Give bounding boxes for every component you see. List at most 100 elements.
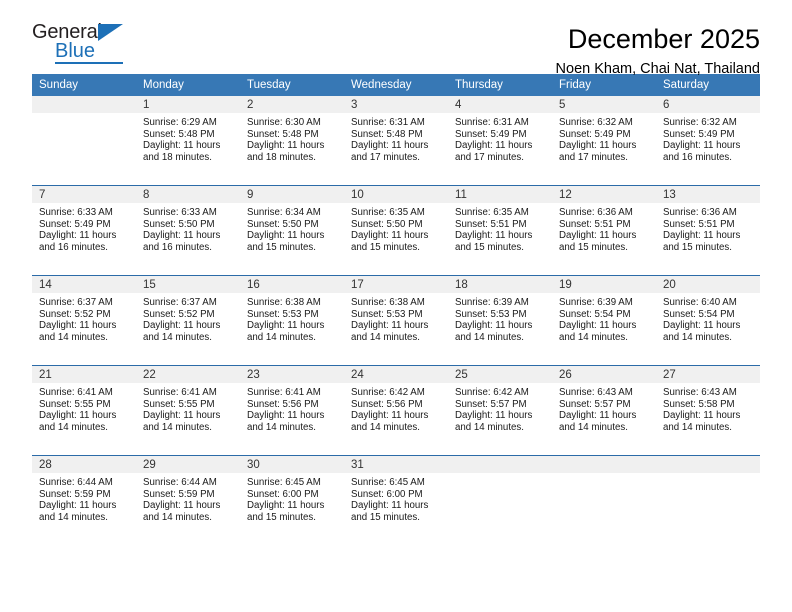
day-cell-content: 8 Sunrise: 6:33 AM Sunset: 5:50 PM Daylight… xyxy=(136,186,240,275)
calendar-day-cell[interactable]: 11 Sunrise: 6:35 AM Sunset: 5:51 PM Dayligh… xyxy=(448,185,552,276)
calendar-day-cell[interactable]: 13 Sunrise: 6:36 AM Sunset: 5:51 PM Dayligh… xyxy=(656,185,760,276)
daylight-duration-cont: and 15 minutes. xyxy=(559,241,628,253)
day-details: Sunrise: 6:45 AM Sunset: 6:00 PM Daylight:… xyxy=(344,473,448,523)
calendar-day-cell[interactable]: 12 Sunrise: 6:36 AM Sunset: 5:51 PM Dayligh… xyxy=(552,185,656,276)
weekday-header-thursday: Thursday xyxy=(448,74,552,96)
day-cell-content: 31 Sunrise: 6:45 AM Sunset: 6:00 PM Dayligh… xyxy=(344,456,448,545)
calendar-day-cell[interactable]: 21 Sunrise: 6:41 AM Sunset: 5:55 PM Dayligh… xyxy=(32,365,136,456)
calendar-day-cell[interactable]: 19 Sunrise: 6:39 AM Sunset: 5:54 PM Dayligh… xyxy=(552,275,656,366)
day-cell-content: 30 Sunrise: 6:45 AM Sunset: 6:00 PM Dayligh… xyxy=(240,456,344,545)
daylight-duration: Daylight: 11 hours xyxy=(455,230,533,242)
calendar-body: 1 Sunrise: 6:29 AM Sunset: 5:48 PM Daylight… xyxy=(32,96,760,545)
calendar-day-cell[interactable]: 1 Sunrise: 6:29 AM Sunset: 5:48 PM Daylight… xyxy=(136,96,240,186)
calendar-day-cell[interactable]: 16 Sunrise: 6:38 AM Sunset: 5:53 PM Dayligh… xyxy=(240,275,344,366)
daylight-duration: Daylight: 11 hours xyxy=(247,320,325,332)
calendar-day-cell[interactable]: 30 Sunrise: 6:45 AM Sunset: 6:00 PM Dayligh… xyxy=(240,455,344,545)
sunset-time: Sunset: 5:55 PM xyxy=(143,398,215,410)
sunset-time: Sunset: 6:00 PM xyxy=(351,488,423,500)
day-number: 9 xyxy=(240,186,344,203)
calendar-day-cell[interactable]: 6 Sunrise: 6:32 AM Sunset: 5:49 PM Daylight… xyxy=(656,96,760,186)
day-details: Sunrise: 6:40 AM Sunset: 5:54 PM Daylight:… xyxy=(656,293,760,343)
day-cell-content: 13 Sunrise: 6:36 AM Sunset: 5:51 PM Dayligh… xyxy=(656,186,760,275)
sunrise-time: Sunrise: 6:39 AM xyxy=(559,297,633,308)
day-cell-content: 12 Sunrise: 6:36 AM Sunset: 5:51 PM Dayligh… xyxy=(552,186,656,275)
day-cell-content: 20 Sunrise: 6:40 AM Sunset: 5:54 PM Dayligh… xyxy=(656,276,760,365)
calendar-day-cell[interactable]: 4 Sunrise: 6:31 AM Sunset: 5:49 PM Daylight… xyxy=(448,96,552,186)
calendar-day-cell[interactable]: 23 Sunrise: 6:41 AM Sunset: 5:56 PM Dayligh… xyxy=(240,365,344,456)
day-details: Sunrise: 6:43 AM Sunset: 5:58 PM Daylight:… xyxy=(656,383,760,433)
calendar-empty-cell xyxy=(656,455,760,545)
calendar-day-cell[interactable]: 8 Sunrise: 6:33 AM Sunset: 5:50 PM Daylight… xyxy=(136,185,240,276)
daylight-duration: Daylight: 11 hours xyxy=(663,320,741,332)
weekday-header-wednesday: Wednesday xyxy=(344,74,448,96)
calendar-day-cell[interactable]: 24 Sunrise: 6:42 AM Sunset: 5:56 PM Dayligh… xyxy=(344,365,448,456)
day-cell-content: 29 Sunrise: 6:44 AM Sunset: 5:59 PM Dayligh… xyxy=(136,456,240,545)
day-number: 4 xyxy=(448,96,552,113)
day-cell-content: 21 Sunrise: 6:41 AM Sunset: 5:55 PM Dayligh… xyxy=(32,366,136,455)
sunset-time: Sunset: 5:58 PM xyxy=(663,398,735,410)
calendar-day-cell[interactable]: 9 Sunrise: 6:34 AM Sunset: 5:50 PM Daylight… xyxy=(240,185,344,276)
calendar-day-cell[interactable]: 15 Sunrise: 6:37 AM Sunset: 5:52 PM Dayligh… xyxy=(136,275,240,366)
day-details: Sunrise: 6:29 AM Sunset: 5:48 PM Daylight:… xyxy=(136,113,240,163)
sunset-time: Sunset: 5:59 PM xyxy=(143,488,215,500)
calendar-day-cell[interactable]: 29 Sunrise: 6:44 AM Sunset: 5:59 PM Dayligh… xyxy=(136,455,240,545)
general-blue-logo[interactable]: General Blue xyxy=(32,22,136,70)
daylight-duration: Daylight: 11 hours xyxy=(351,230,429,242)
daylight-duration-cont: and 14 minutes. xyxy=(143,331,212,343)
calendar-day-cell[interactable]: 20 Sunrise: 6:40 AM Sunset: 5:54 PM Dayligh… xyxy=(656,275,760,366)
day-number xyxy=(32,96,136,113)
day-cell-content: 19 Sunrise: 6:39 AM Sunset: 5:54 PM Dayligh… xyxy=(552,276,656,365)
sunset-time: Sunset: 5:56 PM xyxy=(247,398,319,410)
daylight-duration-cont: and 14 minutes. xyxy=(143,511,212,523)
day-details: Sunrise: 6:41 AM Sunset: 5:56 PM Daylight:… xyxy=(240,383,344,433)
day-number: 15 xyxy=(136,276,240,293)
daylight-duration: Daylight: 11 hours xyxy=(559,410,637,422)
calendar-day-cell[interactable]: 26 Sunrise: 6:43 AM Sunset: 5:57 PM Dayligh… xyxy=(552,365,656,456)
calendar-day-cell[interactable]: 7 Sunrise: 6:33 AM Sunset: 5:49 PM Daylight… xyxy=(32,185,136,276)
day-number: 23 xyxy=(240,366,344,383)
logo-underline xyxy=(55,62,123,64)
day-number: 16 xyxy=(240,276,344,293)
sunset-time: Sunset: 6:00 PM xyxy=(247,488,319,500)
day-details xyxy=(32,113,136,117)
weekday-header-row: Sunday Monday Tuesday Wednesday Thursday Frid… xyxy=(32,74,760,96)
daylight-duration: Daylight: 11 hours xyxy=(247,500,325,512)
daylight-duration: Daylight: 11 hours xyxy=(143,140,221,152)
day-number: 18 xyxy=(448,276,552,293)
calendar-day-cell[interactable]: 10 Sunrise: 6:35 AM Sunset: 5:50 PM Dayligh… xyxy=(344,185,448,276)
calendar-day-cell[interactable]: 17 Sunrise: 6:38 AM Sunset: 5:53 PM Dayligh… xyxy=(344,275,448,366)
day-details: Sunrise: 6:43 AM Sunset: 5:57 PM Daylight:… xyxy=(552,383,656,433)
day-cell-content xyxy=(552,456,656,545)
day-number xyxy=(656,456,760,473)
calendar-day-cell[interactable]: 31 Sunrise: 6:45 AM Sunset: 6:00 PM Dayligh… xyxy=(344,455,448,545)
sunset-time: Sunset: 5:49 PM xyxy=(559,128,631,140)
sunset-time: Sunset: 5:49 PM xyxy=(39,218,111,230)
calendar-day-cell[interactable]: 2 Sunrise: 6:30 AM Sunset: 5:48 PM Daylight… xyxy=(240,96,344,186)
calendar-day-cell[interactable]: 18 Sunrise: 6:39 AM Sunset: 5:53 PM Dayligh… xyxy=(448,275,552,366)
daylight-duration-cont: and 14 minutes. xyxy=(663,331,732,343)
day-details: Sunrise: 6:41 AM Sunset: 5:55 PM Daylight:… xyxy=(32,383,136,433)
calendar-day-cell[interactable]: 14 Sunrise: 6:37 AM Sunset: 5:52 PM Dayligh… xyxy=(32,275,136,366)
sunrise-time: Sunrise: 6:31 AM xyxy=(455,117,529,128)
day-number: 13 xyxy=(656,186,760,203)
calendar-week-row: 21 Sunrise: 6:41 AM Sunset: 5:55 PM Dayligh… xyxy=(32,365,760,456)
calendar-day-cell[interactable]: 5 Sunrise: 6:32 AM Sunset: 5:49 PM Daylight… xyxy=(552,96,656,186)
daylight-duration: Daylight: 11 hours xyxy=(455,140,533,152)
calendar-day-cell[interactable]: 27 Sunrise: 6:43 AM Sunset: 5:58 PM Dayligh… xyxy=(656,365,760,456)
day-details: Sunrise: 6:32 AM Sunset: 5:49 PM Daylight:… xyxy=(656,113,760,163)
sunrise-time: Sunrise: 6:37 AM xyxy=(39,297,113,308)
sunset-time: Sunset: 5:54 PM xyxy=(559,308,631,320)
daylight-duration: Daylight: 11 hours xyxy=(143,410,221,422)
calendar-day-cell[interactable]: 3 Sunrise: 6:31 AM Sunset: 5:48 PM Daylight… xyxy=(344,96,448,186)
day-cell-content: 18 Sunrise: 6:39 AM Sunset: 5:53 PM Dayligh… xyxy=(448,276,552,365)
calendar-day-cell[interactable]: 25 Sunrise: 6:42 AM Sunset: 5:57 PM Dayligh… xyxy=(448,365,552,456)
calendar-empty-cell xyxy=(448,455,552,545)
calendar-day-cell[interactable]: 28 Sunrise: 6:44 AM Sunset: 5:59 PM Dayligh… xyxy=(32,455,136,545)
calendar-week-row: 1 Sunrise: 6:29 AM Sunset: 5:48 PM Daylight… xyxy=(32,96,760,186)
day-number: 28 xyxy=(32,456,136,473)
sunrise-time: Sunrise: 6:33 AM xyxy=(143,207,217,218)
day-details: Sunrise: 6:38 AM Sunset: 5:53 PM Daylight:… xyxy=(344,293,448,343)
day-details: Sunrise: 6:42 AM Sunset: 5:57 PM Daylight:… xyxy=(448,383,552,433)
day-cell-content: 22 Sunrise: 6:41 AM Sunset: 5:55 PM Dayligh… xyxy=(136,366,240,455)
calendar-day-cell[interactable]: 22 Sunrise: 6:41 AM Sunset: 5:55 PM Dayligh… xyxy=(136,365,240,456)
